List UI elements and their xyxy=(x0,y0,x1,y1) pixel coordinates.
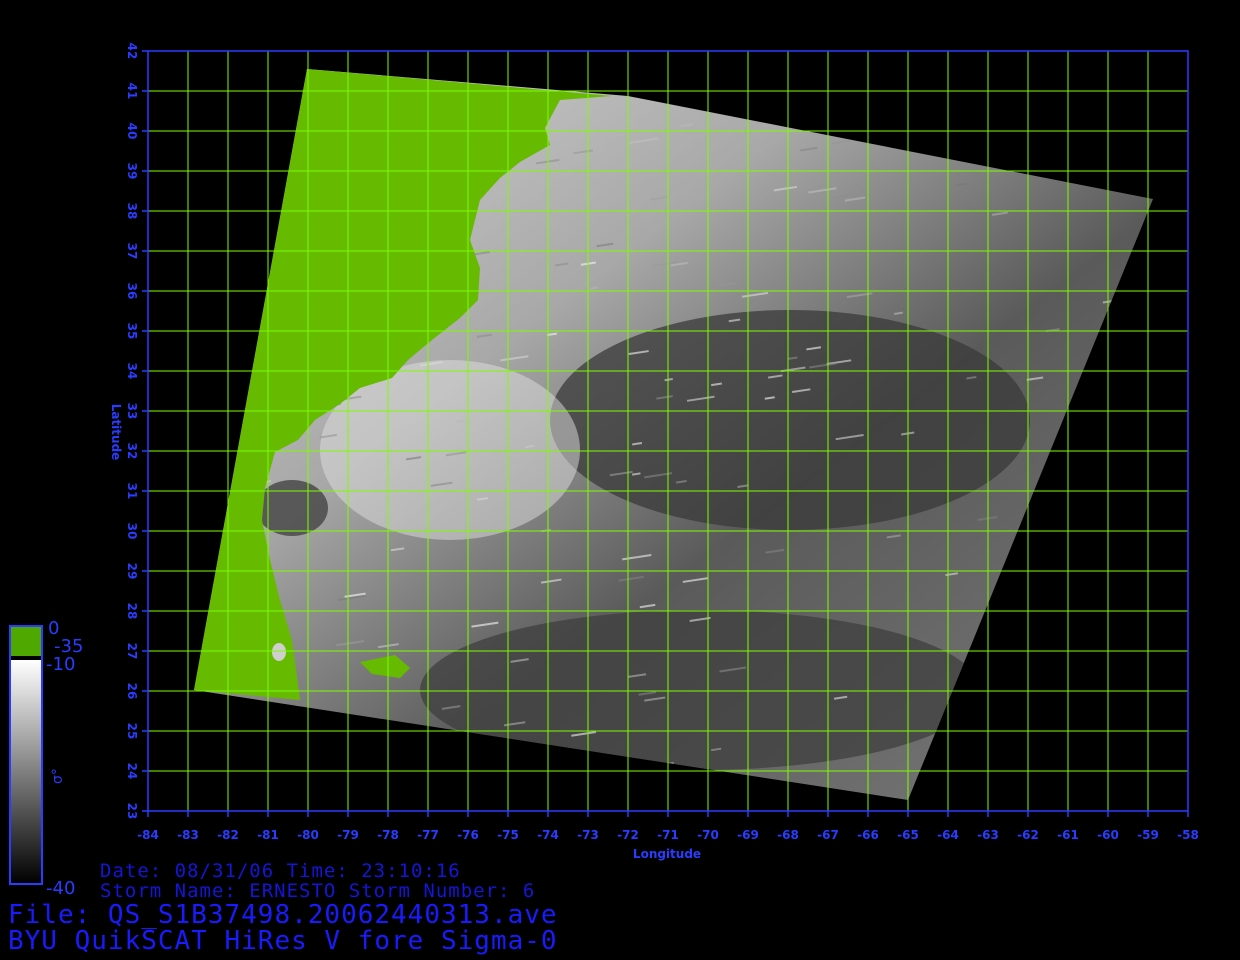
wind-streak xyxy=(1001,754,1019,759)
sigma-naught-symbol: σ° xyxy=(50,768,66,784)
wind-streak xyxy=(1081,687,1107,694)
lon-tick-label: -78 xyxy=(377,828,399,842)
lat-tick-label: 29 xyxy=(125,563,139,580)
wind-streak xyxy=(875,97,887,102)
wind-streak xyxy=(1044,750,1062,755)
lon-tick-label: -70 xyxy=(697,828,719,842)
wind-streak xyxy=(237,302,260,308)
lon-tick-label: -82 xyxy=(217,828,239,842)
lat-tick-label: 30 xyxy=(125,523,139,540)
lat-tick-label: 40 xyxy=(125,123,139,140)
lon-tick-label: -72 xyxy=(617,828,639,842)
wind-streak xyxy=(219,427,239,433)
lon-tick-label: -59 xyxy=(1137,828,1159,842)
wind-streak xyxy=(1051,485,1062,489)
wind-streak xyxy=(242,193,267,200)
lon-tick-label: -58 xyxy=(1177,828,1199,842)
wind-streak xyxy=(232,259,244,263)
wind-streak xyxy=(1108,313,1127,319)
lat-tick-label: 24 xyxy=(125,763,139,780)
colorbar-land-segment xyxy=(10,626,42,656)
x-axis-label: Longitude xyxy=(633,847,701,861)
lat-tick-label: 31 xyxy=(125,483,139,500)
wind-streak xyxy=(893,311,903,315)
lat-tick-label: 41 xyxy=(125,83,139,100)
lon-tick-label: -75 xyxy=(497,828,519,842)
wind-streak xyxy=(664,378,673,382)
lon-tick-label: -76 xyxy=(457,828,479,842)
wind-streak xyxy=(1008,611,1030,617)
storm-info-line: Storm Name: ERNESTO Storm Number: 6 xyxy=(100,880,536,902)
lat-tick-label: 26 xyxy=(125,683,139,700)
lon-tick-label: -77 xyxy=(417,828,439,842)
lon-tick-label: -69 xyxy=(737,828,759,842)
lon-tick-label: -63 xyxy=(977,828,999,842)
lat-tick-label: 32 xyxy=(125,443,139,460)
lon-tick-label: -61 xyxy=(1057,828,1079,842)
wind-streak xyxy=(378,776,397,781)
wind-streak xyxy=(1118,643,1147,651)
lat-tick-label: 34 xyxy=(125,363,139,380)
wind-streak xyxy=(1112,447,1122,452)
product-title-line: BYU QuikSCAT HiRes V fore Sigma-0 xyxy=(8,926,558,956)
lake-okeechobee xyxy=(272,643,286,661)
wind-streak xyxy=(223,770,246,776)
lat-tick-label: 27 xyxy=(125,643,139,660)
longitude-tick-labels: -84 -83 -82 -81 -80 -79 -78 -77 -76 -75 -74 -73 -72 -… xyxy=(137,811,1199,842)
wind-streak xyxy=(467,757,477,761)
lon-tick-label: -84 xyxy=(137,828,159,842)
date-time-line: Date: 08/31/06 Time: 23:10:16 xyxy=(100,860,461,882)
lon-tick-label: -60 xyxy=(1097,828,1119,842)
storm-center-dark xyxy=(256,480,328,536)
latitude-tick-labels: 23 24 25 26 27 28 29 30 31 32 33 34 35 36 37 38 39 40 41 42 xyxy=(125,43,148,820)
lon-tick-label: -81 xyxy=(257,828,279,842)
wind-streak xyxy=(631,472,641,476)
lat-tick-label: 38 xyxy=(125,203,139,220)
lat-tick-label: 36 xyxy=(125,283,139,300)
y-axis-label: Latitude xyxy=(109,404,123,461)
lat-tick-label: 25 xyxy=(125,723,139,740)
wind-streak xyxy=(988,606,1009,612)
lat-tick-label: 35 xyxy=(125,323,139,340)
wind-streak xyxy=(1120,712,1134,717)
wind-streak xyxy=(589,286,598,290)
lon-tick-label: -66 xyxy=(857,828,879,842)
wind-streak xyxy=(1048,557,1065,562)
colorbar-tick-3: -40 xyxy=(46,878,75,899)
wind-streak xyxy=(726,778,750,784)
lon-tick-label: -73 xyxy=(577,828,599,842)
lat-tick-label: 37 xyxy=(125,243,139,260)
colorbar: 0 -35 -10 -40 σ° xyxy=(9,618,83,899)
wind-streak xyxy=(291,704,302,708)
wind-streak xyxy=(443,751,458,756)
dark-ocean-region-south xyxy=(420,610,980,770)
lon-tick-label: -65 xyxy=(897,828,919,842)
lon-tick-label: -67 xyxy=(817,828,839,842)
colorbar-tick-2: -10 xyxy=(46,654,75,675)
wind-streak xyxy=(1114,513,1130,518)
lon-tick-label: -74 xyxy=(537,828,559,842)
lon-tick-label: -62 xyxy=(1017,828,1039,842)
wind-streak xyxy=(646,761,674,768)
lat-tick-label: 33 xyxy=(125,403,139,420)
dark-ocean-region xyxy=(550,310,1030,530)
lat-tick-label: 42 xyxy=(125,43,139,60)
scatterometer-map: -84 -83 -82 -81 -80 -79 -78 -77 -76 -75 -74 -73 -72 -… xyxy=(9,43,1199,899)
wind-streak xyxy=(735,103,751,108)
colorbar-gradient xyxy=(10,660,42,884)
lat-tick-label: 23 xyxy=(125,803,139,820)
swath-image xyxy=(194,69,1153,800)
lat-tick-label: 39 xyxy=(125,163,139,180)
wind-streak xyxy=(990,774,1016,781)
lat-tick-label: 28 xyxy=(125,603,139,620)
lon-tick-label: -71 xyxy=(657,828,679,842)
lon-tick-label: -80 xyxy=(297,828,319,842)
lon-tick-label: -79 xyxy=(337,828,359,842)
lon-tick-label: -64 xyxy=(937,828,959,842)
wind-streak xyxy=(828,93,838,97)
wind-streak xyxy=(1075,518,1102,525)
lon-tick-label: -83 xyxy=(177,828,199,842)
lon-tick-label: -68 xyxy=(777,828,799,842)
wind-streak xyxy=(493,786,503,790)
